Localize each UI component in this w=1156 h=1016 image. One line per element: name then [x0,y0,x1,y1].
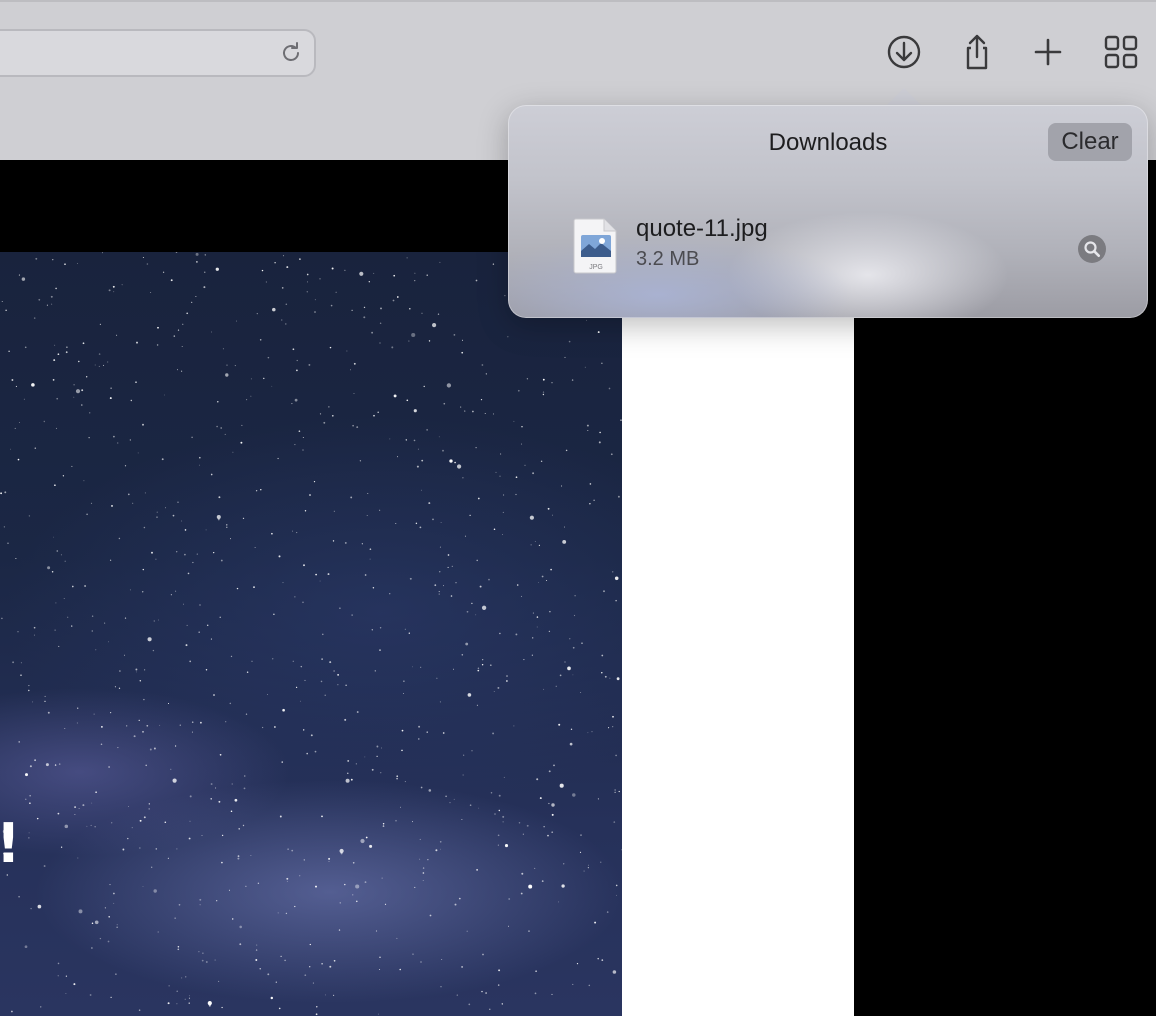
downloads-popover: Downloads Clear JPG quote-11.jpg 3.2 MB [508,105,1148,318]
downloads-button[interactable] [884,32,924,72]
share-icon [966,34,988,70]
file-type-label: JPG [589,264,603,271]
download-file-name: quote-11.jpg [636,215,768,242]
clear-button[interactable]: Clear [1048,123,1132,161]
tab-overview-button[interactable] [1101,32,1141,72]
jpg-file-icon: JPG [573,218,617,274]
address-bar[interactable] [0,29,316,77]
new-tab-button[interactable] [1028,32,1068,72]
download-icon [887,35,921,69]
white-panel [622,318,854,1016]
headline-fragment: ! [0,812,21,875]
plus-icon [1034,38,1062,66]
starry-sky-image: ! [0,252,622,1016]
reload-icon[interactable] [278,40,304,66]
share-button[interactable] [957,32,997,72]
download-file-size: 3.2 MB [636,248,700,270]
stars [0,252,622,1016]
magnifier-icon [1084,241,1100,257]
tab-overview-icon [1104,35,1138,69]
show-in-finder-button[interactable] [1078,235,1106,263]
popover-arrow [886,88,922,106]
